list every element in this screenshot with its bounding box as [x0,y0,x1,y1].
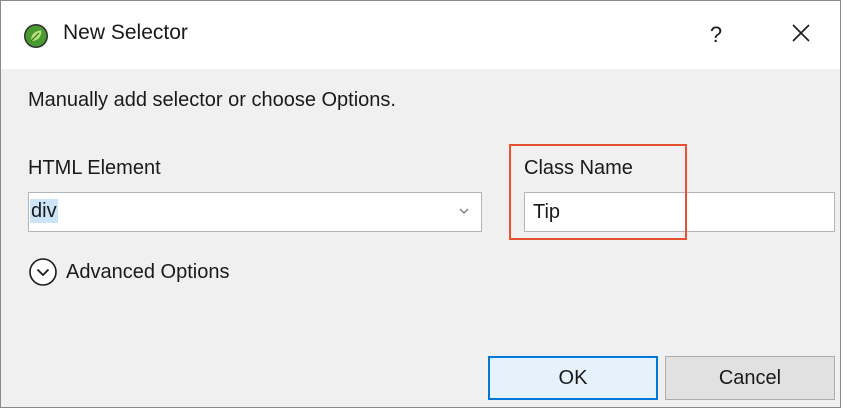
html-element-value: div [30,199,58,223]
html-element-label: HTML Element [28,157,161,179]
new-selector-dialog: New Selector ? Manually add selector or … [0,0,841,408]
circle-chevron-down-icon [28,257,58,287]
help-icon: ? [709,22,723,47]
ok-button[interactable]: OK [488,356,658,400]
chevron-down-icon [457,204,471,218]
cancel-button[interactable]: Cancel [665,356,835,400]
html-element-select[interactable]: div [28,192,482,232]
class-name-label: Class Name [524,157,633,179]
advanced-options-toggle[interactable]: Advanced Options [28,254,229,290]
close-button[interactable] [776,15,826,55]
help-button[interactable]: ? [691,15,741,55]
window-title: New Selector [63,21,188,44]
class-name-input[interactable] [524,192,835,232]
app-leaf-icon [24,24,48,48]
cancel-button-label: Cancel [718,366,782,389]
close-icon [791,23,811,48]
title-bar: New Selector ? [1,1,840,69]
advanced-options-label: Advanced Options [66,260,230,283]
intro-text: Manually add selector or choose Options. [28,89,396,111]
ok-button-label: OK [558,366,588,389]
